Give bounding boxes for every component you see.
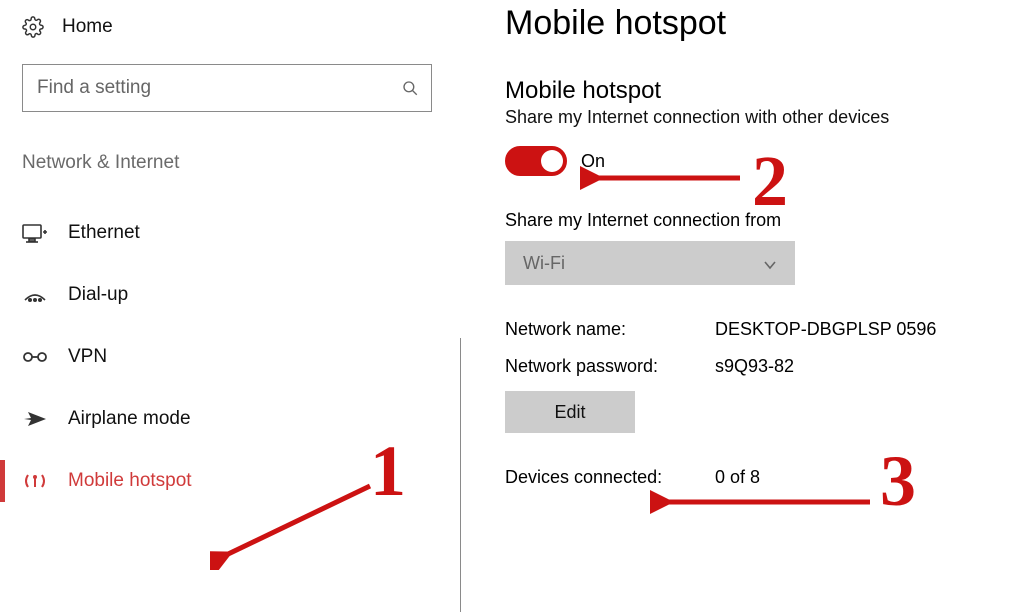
search-input[interactable] xyxy=(37,77,401,99)
search-box[interactable] xyxy=(22,64,432,112)
toggle-knob xyxy=(541,150,563,172)
share-description: Share my Internet connection with other … xyxy=(505,107,1029,128)
edit-button[interactable]: Edit xyxy=(505,391,635,433)
devices-connected-value: 0 of 8 xyxy=(715,467,760,488)
share-from-select[interactable]: Wi-Fi xyxy=(505,241,795,285)
nav-label: Airplane mode xyxy=(68,408,191,430)
nav-label: Mobile hotspot xyxy=(68,470,192,492)
network-password-value: s9Q93-82 xyxy=(715,356,1029,377)
hotspot-icon xyxy=(22,470,48,492)
nav-label: VPN xyxy=(68,346,107,368)
chevron-down-icon xyxy=(763,256,777,270)
ethernet-icon xyxy=(22,222,48,244)
devices-connected-row: Devices connected: 0 of 8 xyxy=(505,467,1029,488)
share-from-value: Wi-Fi xyxy=(523,253,565,274)
annotation-number-2: 2 xyxy=(752,140,788,223)
network-name-label: Network name: xyxy=(505,319,715,340)
network-password-label: Network password: xyxy=(505,356,715,377)
main-panel: Mobile hotspot Mobile hotspot Share my I… xyxy=(505,0,1029,488)
dialup-icon xyxy=(22,284,48,306)
toggle-state-label: On xyxy=(581,151,605,172)
search-icon xyxy=(401,79,419,97)
devices-connected-label: Devices connected: xyxy=(505,467,715,488)
hotspot-toggle[interactable] xyxy=(505,146,567,176)
home-label: Home xyxy=(62,16,113,38)
divider xyxy=(460,338,461,612)
page-title: Mobile hotspot xyxy=(505,4,1029,43)
nav-label: Ethernet xyxy=(68,222,140,244)
nav-item-ethernet[interactable]: Ethernet xyxy=(0,202,460,264)
gear-icon xyxy=(22,16,44,38)
section-subtitle: Mobile hotspot xyxy=(505,77,1029,105)
nav-item-vpn[interactable]: VPN xyxy=(0,326,460,388)
section-title: Network & Internet xyxy=(22,152,460,174)
nav-item-dialup[interactable]: Dial-up xyxy=(0,264,460,326)
airplane-icon xyxy=(22,408,48,430)
nav-label: Dial-up xyxy=(68,284,128,306)
annotation-number-3: 3 xyxy=(880,440,916,523)
vpn-icon xyxy=(22,346,48,368)
annotation-number-1: 1 xyxy=(370,430,406,513)
network-info: Network name: DESKTOP-DBGPLSP 0596 Netwo… xyxy=(505,319,1029,377)
home-button[interactable]: Home xyxy=(0,8,460,52)
network-name-value: DESKTOP-DBGPLSP 0596 xyxy=(715,319,1029,340)
annotation-arrow-3 xyxy=(650,490,880,514)
